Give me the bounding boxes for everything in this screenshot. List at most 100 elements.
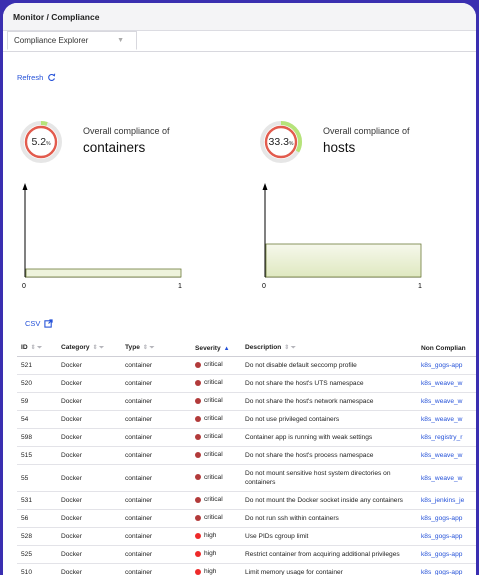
cell-resource-link[interactable]: k8s_weave_w: [417, 464, 476, 492]
cell-id: 55: [17, 464, 57, 492]
refresh-button[interactable]: Refresh: [17, 73, 56, 82]
cell-id: 525: [17, 545, 57, 564]
sort-filter-icon[interactable]: ⇕ ⏷: [31, 345, 43, 351]
hosts-chart: 0 1: [262, 183, 422, 290]
cell-severity: critical: [191, 428, 241, 447]
cell-type: container: [121, 356, 191, 375]
cell-resource-link[interactable]: k8s_jenkins_je: [417, 491, 476, 510]
cell-resource-link[interactable]: k8s_registry_r: [417, 428, 476, 447]
csv-export-button[interactable]: CSV: [25, 319, 54, 328]
cell-category: Docker: [57, 392, 121, 411]
cell-resource-link[interactable]: k8s_gogs-app: [417, 527, 476, 546]
table-row[interactable]: 56 Docker container critical Do not run ssh …: [17, 509, 476, 528]
table-row[interactable]: 59 Docker container critical Do not share th…: [17, 392, 476, 411]
table-row[interactable]: 510 Docker container high Limit memory usage…: [17, 563, 476, 575]
cell-type: container: [121, 374, 191, 393]
containers-title: Overall compliance of: [83, 126, 170, 136]
cell-id: 515: [17, 446, 57, 465]
column-header-non-compliant[interactable]: Non Complian: [417, 340, 476, 357]
severity-label: critical: [204, 397, 223, 405]
cell-resource-link[interactable]: k8s_gogs-app: [417, 356, 476, 375]
severity-dot-icon: [195, 550, 201, 557]
breadcrumb: Monitor / Compliance: [3, 3, 476, 31]
cell-id: 56: [17, 509, 57, 528]
cell-category: Docker: [57, 527, 121, 546]
cell-description: Use PIDs cgroup limit: [241, 527, 417, 546]
cell-id: 528: [17, 527, 57, 546]
table-row[interactable]: 520 Docker container critical Do not share t…: [17, 374, 476, 393]
cell-type: container: [121, 428, 191, 447]
sort-filter-icon[interactable]: ⇕ ⏷: [93, 345, 105, 351]
table-row[interactable]: 521 Docker container critical Do not disable…: [17, 356, 476, 375]
chevron-down-icon[interactable]: ▼: [117, 37, 124, 44]
cell-type: container: [121, 491, 191, 510]
severity-label: critical: [204, 433, 223, 441]
cell-description: Do not disable default seccomp profile: [241, 356, 417, 375]
refresh-icon: [48, 73, 56, 81]
column-header-severity[interactable]: Severity ▲: [191, 340, 241, 357]
table-header-row: ID ⇕ ⏷ Category ⇕ ⏷ Type ⇕ ⏷ Severity ▲ Desc…: [17, 340, 476, 357]
severity-label: critical: [204, 451, 223, 459]
table-row[interactable]: 598 Docker container critical Container app …: [17, 428, 476, 447]
table-row[interactable]: 55 Docker container critical Do not mount se…: [17, 464, 476, 492]
table-row[interactable]: 528 Docker container high Use PIDs cgroup li…: [17, 527, 476, 546]
table-row[interactable]: 54 Docker container critical Do not use priv…: [17, 410, 476, 429]
severity-dot-icon: [195, 532, 201, 539]
cell-resource-link[interactable]: k8s_weave_w: [417, 374, 476, 393]
table-row[interactable]: 531 Docker container critical Do not mount t…: [17, 491, 476, 510]
axis-min-label: 0: [22, 283, 26, 290]
severity-dot-icon: [195, 415, 201, 422]
cell-type: container: [121, 392, 191, 411]
table-row[interactable]: 515 Docker container critical Do not share t…: [17, 446, 476, 465]
cell-resource-link[interactable]: k8s_weave_w: [417, 410, 476, 429]
column-header-description[interactable]: Description ⇕ ⏷: [241, 340, 417, 357]
column-header-id[interactable]: ID ⇕ ⏷: [17, 340, 57, 357]
cell-resource-link[interactable]: k8s_weave_w: [417, 392, 476, 411]
cell-description: Restrict container from acquiring additi…: [241, 545, 417, 564]
cell-description: Do not mount sensitive host system direc…: [241, 464, 417, 492]
cell-description: Do not share the host's process namespac…: [241, 446, 417, 465]
cell-category: Docker: [57, 545, 121, 564]
column-header-category[interactable]: Category ⇕ ⏷: [57, 340, 121, 357]
sort-filter-icon[interactable]: ⇕ ⏷: [143, 345, 155, 351]
cell-resource-link[interactable]: k8s_weave_w: [417, 446, 476, 465]
containers-percent: 5.2%: [31, 136, 51, 148]
cell-resource-link[interactable]: k8s_gogs-app: [417, 509, 476, 528]
severity-dot-icon: [195, 433, 201, 440]
severity-label: critical: [204, 379, 223, 387]
hosts-subject: hosts: [323, 140, 356, 155]
severity-dot-icon: [195, 568, 201, 575]
cell-category: Docker: [57, 491, 121, 510]
severity-label: high: [204, 550, 217, 558]
tab-compliance-explorer[interactable]: Compliance Explorer ▼: [7, 31, 137, 50]
cell-id: 520: [17, 374, 57, 393]
cell-type: container: [121, 563, 191, 575]
cell-severity: critical: [191, 392, 241, 411]
external-link-icon: [44, 319, 54, 328]
severity-dot-icon: [195, 514, 201, 521]
severity-dot-icon: [195, 379, 201, 386]
cell-resource-link[interactable]: k8s_gogs-app: [417, 545, 476, 564]
cell-severity: critical: [191, 356, 241, 375]
sort-ascending-icon[interactable]: ▲: [224, 346, 230, 352]
hosts-title: Overall compliance of: [323, 126, 410, 136]
severity-dot-icon: [195, 361, 201, 368]
cell-description: Do not share the host's UTS namespace: [241, 374, 417, 393]
cell-severity: critical: [191, 410, 241, 429]
cell-severity: high: [191, 527, 241, 546]
column-header-type[interactable]: Type ⇕ ⏷: [121, 340, 191, 357]
axis-max-label: 1: [418, 283, 422, 290]
cell-description: Do not run ssh within containers: [241, 509, 417, 528]
cell-severity: high: [191, 545, 241, 564]
cell-severity: critical: [191, 509, 241, 528]
cell-description: Do not share the host's network namespac…: [241, 392, 417, 411]
sort-filter-icon[interactable]: ⇕ ⏷: [284, 345, 296, 351]
cell-category: Docker: [57, 374, 121, 393]
containers-chart: 0 1: [22, 183, 182, 290]
containers-compliance-ring: 5.2%: [19, 120, 63, 164]
csv-label: CSV: [25, 319, 41, 328]
cell-resource-link[interactable]: k8s_gogs-app: [417, 563, 476, 575]
table-row[interactable]: 525 Docker container high Restrict container…: [17, 545, 476, 564]
severity-label: high: [204, 532, 217, 540]
cell-category: Docker: [57, 356, 121, 375]
